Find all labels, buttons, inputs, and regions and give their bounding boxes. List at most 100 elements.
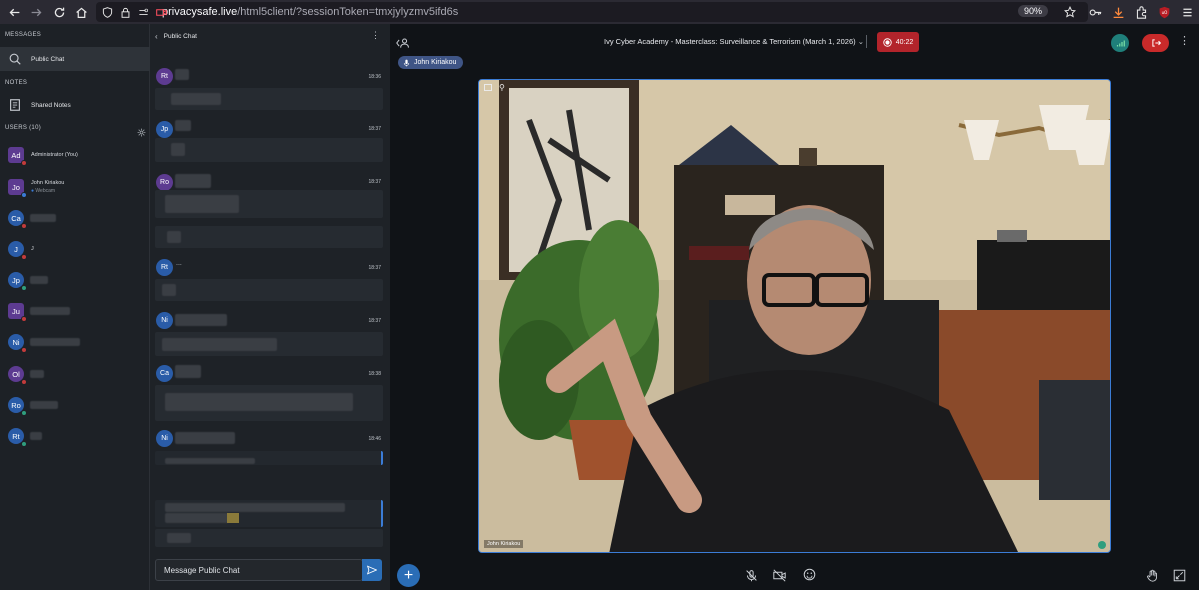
sidebar-item-shared-notes[interactable]: Shared Notes <box>0 93 150 117</box>
home-icon[interactable] <box>70 1 92 23</box>
message-avatar: Rt <box>156 259 173 276</box>
download-icon[interactable] <box>1107 1 1130 23</box>
user-list-item[interactable]: Ro <box>0 390 150 420</box>
message-bubble <box>155 226 383 248</box>
redacted-name <box>30 276 48 284</box>
redacted-sender <box>175 432 235 444</box>
divider <box>866 35 867 48</box>
url-host: privacysafe.live <box>162 6 238 18</box>
redacted-name <box>30 307 70 315</box>
toggle-userlist-icon[interactable] <box>396 36 410 54</box>
webcam-frame-image <box>479 80 1110 552</box>
send-button[interactable] <box>362 559 382 581</box>
send-icon <box>367 565 377 575</box>
message-bubble <box>155 279 383 301</box>
notes-section-label: NOTES <box>5 80 28 86</box>
avatar: Ca <box>8 210 27 229</box>
user-list-item[interactable]: Jo John Kiriakou ● Webcam <box>0 172 150 202</box>
plus-icon: + <box>403 566 414 584</box>
options-menu-icon[interactable]: ⋮ <box>1179 34 1190 47</box>
leave-meeting-button[interactable] <box>1142 34 1169 52</box>
chat-title: Public Chat <box>163 32 197 40</box>
avatar: Jp <box>8 272 27 291</box>
user-name: John Kiriakou <box>31 180 65 186</box>
bookmark-star-icon[interactable] <box>1063 5 1077 21</box>
more-options-icon[interactable]: ⋮ <box>371 30 380 41</box>
user-list-item[interactable]: Ju <box>0 296 150 326</box>
user-name: Administrator (You) <box>31 152 78 158</box>
raise-hand-button[interactable] <box>1143 566 1161 584</box>
forward-icon[interactable] <box>25 1 47 23</box>
avatar: Rt <box>8 428 27 447</box>
redacted-sender <box>175 314 227 326</box>
message-time: 18:37 <box>368 126 381 132</box>
meeting-title[interactable]: Ivy Cyber Academy - Masterclass: Surveil… <box>604 37 864 46</box>
back-icon[interactable] <box>3 1 25 23</box>
user-list-item[interactable]: Ca <box>0 203 150 233</box>
camera-permission-icon[interactable] <box>154 5 168 19</box>
webcam-video[interactable]: ⚲ John Kiriakou <box>478 79 1111 553</box>
hand-icon <box>1146 569 1157 582</box>
shield-icon[interactable] <box>100 5 114 19</box>
redacted-name <box>30 214 56 222</box>
message-bubble <box>155 138 383 162</box>
users-section-label: USERS (10) <box>5 125 42 131</box>
permissions-icon[interactable] <box>136 5 150 19</box>
key-icon[interactable] <box>1084 1 1107 23</box>
message-bubble <box>155 88 383 110</box>
user-list-item[interactable]: Ni <box>0 327 150 357</box>
webcam-status-dot <box>1098 541 1106 549</box>
layout-button[interactable] <box>1170 566 1188 584</box>
recording-timer-button[interactable]: 40:22 <box>877 32 919 52</box>
message-time: 18:37 <box>368 318 381 324</box>
user-list-item[interactable]: Rt <box>0 421 150 451</box>
mute-microphone-button[interactable] <box>742 566 760 584</box>
sidebar-item-public-chat[interactable]: Public Chat <box>0 47 150 71</box>
user-webcam-status: ● Webcam <box>31 188 56 194</box>
browser-toolbar: privacysafe.live/html5client/?sessionTok… <box>0 0 1199 24</box>
signal-bars-icon <box>1116 40 1125 46</box>
reactions-button[interactable] <box>800 565 818 583</box>
avatar: Ni <box>8 334 27 353</box>
user-list-item[interactable]: J J <box>0 234 150 264</box>
avatar: Ro <box>8 397 27 416</box>
connection-status-button[interactable] <box>1111 34 1129 52</box>
reload-icon[interactable] <box>48 1 70 23</box>
redacted-name <box>30 401 58 409</box>
message-avatar: Rt <box>156 68 173 85</box>
leave-icon <box>1151 39 1161 47</box>
lock-icon[interactable] <box>118 5 132 19</box>
microphone-icon <box>403 59 410 66</box>
add-actions-button[interactable]: + <box>397 564 420 587</box>
message-avatar: Jp <box>156 121 173 138</box>
user-list-item[interactable]: Jp <box>0 265 150 295</box>
redacted-sender <box>175 69 189 80</box>
message-avatar: Ni <box>156 312 173 329</box>
ublock-icon[interactable]: uO <box>1153 1 1176 23</box>
avatar: Ad <box>8 147 27 166</box>
redacted-name <box>30 370 44 378</box>
left-sidebar: MESSAGES Public Chat NOTES Shared Notes … <box>0 24 150 590</box>
chat-search-icon <box>9 53 21 65</box>
chevron-left-icon[interactable]: ‹ <box>155 32 158 41</box>
zoom-badge[interactable]: 90% <box>1017 5 1048 17</box>
message-bubble <box>155 332 383 356</box>
menu-icon[interactable] <box>1176 1 1199 23</box>
avatar: J <box>8 241 27 260</box>
redacted-sender <box>175 120 191 131</box>
fullscreen-icon[interactable] <box>484 84 492 91</box>
message-avatar: Ca <box>156 365 173 382</box>
user-list-item[interactable]: Ol <box>0 359 150 389</box>
url-bar[interactable]: privacysafe.live/html5client/?sessionTok… <box>96 2 1088 22</box>
user-name: J <box>31 246 34 252</box>
pin-icon[interactable]: ⚲ <box>499 83 505 92</box>
message-avatar: Ro <box>156 174 173 191</box>
chat-message-input[interactable]: Message Public Chat <box>155 559 363 581</box>
message-bubble <box>155 385 383 421</box>
webcam-toggle-button[interactable] <box>770 566 788 584</box>
user-list-item[interactable]: Ad Administrator (You) <box>0 140 150 170</box>
message-avatar: Ni <box>156 430 173 447</box>
record-icon <box>883 37 892 47</box>
extensions-icon[interactable] <box>1130 1 1153 23</box>
camera-off-icon <box>772 568 786 582</box>
